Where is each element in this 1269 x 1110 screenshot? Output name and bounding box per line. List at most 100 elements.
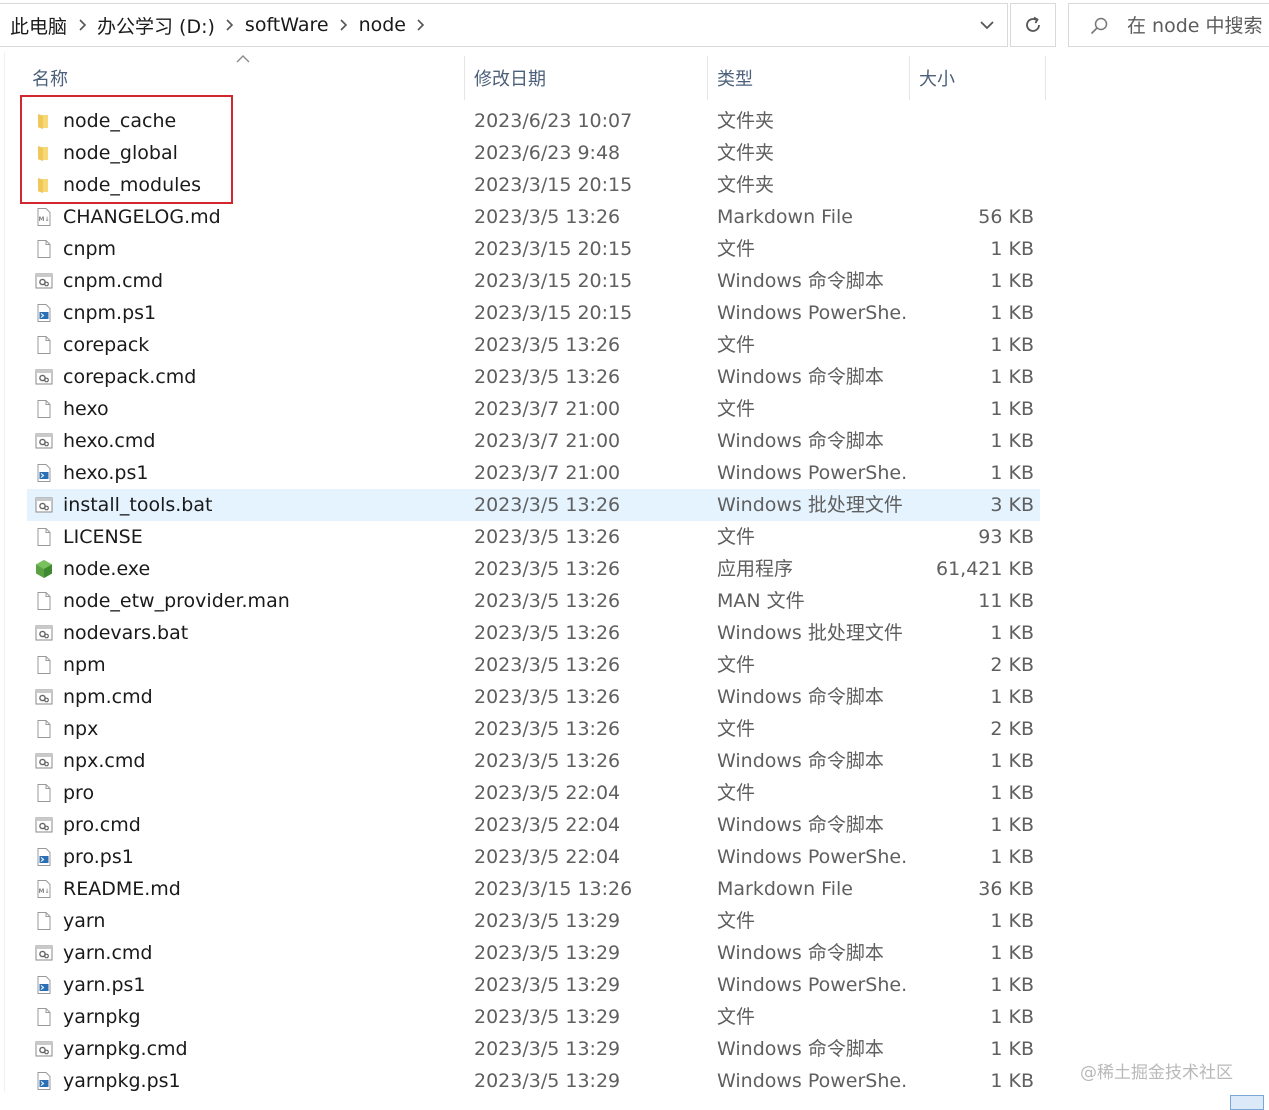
file-row[interactable]: nodevars.bat 2023/3/5 13:26 Windows 批处理文件 1… xyxy=(27,617,1040,649)
file-row[interactable]: pro.cmd 2023/3/5 22:04 Windows 命令脚本 1 KB xyxy=(27,809,1040,841)
file-modified-date: 2023/3/5 13:26 xyxy=(474,654,621,676)
chevron-right-icon[interactable] xyxy=(71,15,93,35)
file-row[interactable]: npm 2023/3/5 13:26 文件 2 KB xyxy=(27,649,1040,681)
search-input[interactable] xyxy=(1127,12,1267,40)
file-name: cnpm xyxy=(63,238,117,260)
file-icon xyxy=(34,591,54,611)
file-row[interactable]: node.exe 2023/3/5 13:26 应用程序 61,421 KB xyxy=(27,553,1040,585)
file-type: 文件 xyxy=(717,1006,756,1028)
file-size: 1 KB xyxy=(990,1038,1034,1060)
file-size: 1 KB xyxy=(990,1070,1034,1092)
address-history-button[interactable] xyxy=(966,3,1008,47)
file-row[interactable]: node_etw_provider.man 2023/3/5 13:26 MAN 文… xyxy=(27,585,1040,617)
file-icon xyxy=(34,719,54,739)
breadcrumb-node[interactable]: node xyxy=(359,14,406,36)
file-modified-date: 2023/3/5 22:04 xyxy=(474,782,621,804)
powershell-file-icon xyxy=(34,463,54,483)
chevron-right-icon[interactable] xyxy=(219,15,241,35)
breadcrumb-software[interactable]: softWare xyxy=(245,14,329,36)
file-type: Windows 命令脚本 xyxy=(717,686,884,708)
file-row[interactable]: yarn 2023/3/5 13:29 文件 1 KB xyxy=(27,905,1040,937)
file-size: 1 KB xyxy=(990,846,1034,868)
file-type: 文件 xyxy=(717,718,756,740)
file-row[interactable]: M↓ CHANGELOG.md 2023/3/5 13:26 Markdown Fil… xyxy=(27,201,1040,233)
file-row[interactable]: corepack 2023/3/5 13:26 文件 1 KB xyxy=(27,329,1040,361)
file-size: 2 KB xyxy=(990,654,1034,676)
file-row[interactable]: yarnpkg 2023/3/5 13:29 文件 1 KB xyxy=(27,1001,1040,1033)
column-header-type[interactable]: 类型 xyxy=(709,56,910,100)
file-row[interactable]: hexo 2023/3/7 21:00 文件 1 KB xyxy=(27,393,1040,425)
file-name: npx.cmd xyxy=(63,750,146,772)
file-row[interactable]: npx.cmd 2023/3/5 13:26 Windows 命令脚本 1 KB xyxy=(27,745,1040,777)
file-modified-date: 2023/3/5 13:26 xyxy=(474,366,621,388)
file-modified-date: 2023/3/5 13:29 xyxy=(474,1038,621,1060)
file-row[interactable]: node_global 2023/6/23 9:48 文件夹 xyxy=(27,137,1040,169)
file-modified-date: 2023/3/15 13:26 xyxy=(474,878,633,900)
file-row[interactable]: yarnpkg.cmd 2023/3/5 13:29 Windows 命令脚本 1 K… xyxy=(27,1033,1040,1065)
file-modified-date: 2023/3/5 13:29 xyxy=(474,1070,621,1092)
file-type: Windows PowerShe... xyxy=(717,1070,907,1092)
file-row[interactable]: npm.cmd 2023/3/5 13:26 Windows 命令脚本 1 KB xyxy=(27,681,1040,713)
script-file-icon xyxy=(34,1039,54,1059)
breadcrumb-this-pc[interactable]: 此电脑 xyxy=(10,12,67,39)
file-size: 1 KB xyxy=(990,686,1034,708)
file-modified-date: 2023/3/5 13:26 xyxy=(474,334,621,356)
file-modified-date: 2023/3/5 13:26 xyxy=(474,494,621,516)
file-type: Windows 命令脚本 xyxy=(717,270,884,292)
file-size: 1 KB xyxy=(990,334,1034,356)
file-size: 1 KB xyxy=(990,302,1034,324)
file-name: yarn xyxy=(63,910,106,932)
file-row[interactable]: yarnpkg.ps1 2023/3/5 13:29 Windows PowerSh… xyxy=(27,1065,1040,1097)
file-row[interactable]: cnpm.cmd 2023/3/15 20:15 Windows 命令脚本 1 KB xyxy=(27,265,1040,297)
column-header-name[interactable]: 名称 xyxy=(24,56,465,100)
file-row[interactable]: yarn.ps1 2023/3/5 13:29 Windows PowerShe..… xyxy=(27,969,1040,1001)
file-size: 3 KB xyxy=(990,494,1034,516)
address-bar[interactable]: 此电脑 办公学习 (D:) softWare node xyxy=(0,3,1008,47)
file-modified-date: 2023/3/7 21:00 xyxy=(474,462,621,484)
file-row[interactable]: M↓ README.md 2023/3/15 13:26 Markdown File 3… xyxy=(27,873,1040,905)
file-type: 文件夹 xyxy=(717,110,775,132)
file-modified-date: 2023/3/15 20:15 xyxy=(474,270,633,292)
file-row[interactable]: cnpm 2023/3/15 20:15 文件 1 KB xyxy=(27,233,1040,265)
chevron-right-icon[interactable] xyxy=(410,15,432,35)
file-row[interactable]: npx 2023/3/5 13:26 文件 2 KB xyxy=(27,713,1040,745)
file-size xyxy=(907,137,1034,169)
search-box[interactable] xyxy=(1068,3,1269,47)
file-modified-date: 2023/3/5 13:26 xyxy=(474,622,621,644)
details-view-button[interactable] xyxy=(1230,1095,1264,1110)
file-row[interactable]: cnpm.ps1 2023/3/15 20:15 Windows PowerShe.… xyxy=(27,297,1040,329)
file-modified-date: 2023/3/5 13:29 xyxy=(474,942,621,964)
file-icon xyxy=(34,783,54,803)
chevron-right-icon[interactable] xyxy=(333,15,355,35)
file-type: Windows 命令脚本 xyxy=(717,942,884,964)
column-header-size[interactable]: 大小 xyxy=(911,56,1046,100)
file-row[interactable]: install_tools.bat 2023/3/5 13:26 Windows 批… xyxy=(27,489,1040,521)
file-row[interactable]: yarn.cmd 2023/3/5 13:29 Windows 命令脚本 1 KB xyxy=(27,937,1040,969)
file-name: hexo.cmd xyxy=(63,430,156,452)
file-row[interactable]: node_modules 2023/3/15 20:15 文件夹 xyxy=(27,169,1040,201)
file-row[interactable]: hexo.cmd 2023/3/7 21:00 Windows 命令脚本 1 KB xyxy=(27,425,1040,457)
file-type: 文件 xyxy=(717,238,756,260)
file-name: npm.cmd xyxy=(63,686,153,708)
file-row[interactable]: hexo.ps1 2023/3/7 21:00 Windows PowerShe..… xyxy=(27,457,1040,489)
breadcrumb-drive-d[interactable]: 办公学习 (D:) xyxy=(97,12,215,39)
file-name: yarnpkg xyxy=(63,1006,141,1028)
file-type: 文件 xyxy=(717,334,756,356)
folder-icon xyxy=(34,143,54,163)
file-type: 文件 xyxy=(717,910,756,932)
file-row[interactable]: corepack.cmd 2023/3/5 13:26 Windows 命令脚本 1 … xyxy=(27,361,1040,393)
file-type: 应用程序 xyxy=(717,558,794,580)
file-modified-date: 2023/3/5 13:29 xyxy=(474,1006,621,1028)
file-row[interactable]: node_cache 2023/6/23 10:07 文件夹 xyxy=(27,105,1040,137)
file-size: 36 KB xyxy=(978,878,1034,900)
column-header-row: 名称 修改日期 类型 大小 xyxy=(0,52,1269,100)
file-row[interactable]: LICENSE 2023/3/5 13:26 文件 93 KB xyxy=(27,521,1040,553)
column-header-date[interactable]: 修改日期 xyxy=(466,56,708,100)
file-row[interactable]: pro 2023/3/5 22:04 文件 1 KB xyxy=(27,777,1040,809)
script-file-icon xyxy=(34,815,54,835)
file-type: Windows 批处理文件 xyxy=(717,622,903,644)
refresh-button[interactable] xyxy=(1010,3,1056,47)
powershell-file-icon xyxy=(34,975,54,995)
file-row[interactable]: pro.ps1 2023/3/5 22:04 Windows PowerShe...… xyxy=(27,841,1040,873)
file-name: yarn.cmd xyxy=(63,942,153,964)
